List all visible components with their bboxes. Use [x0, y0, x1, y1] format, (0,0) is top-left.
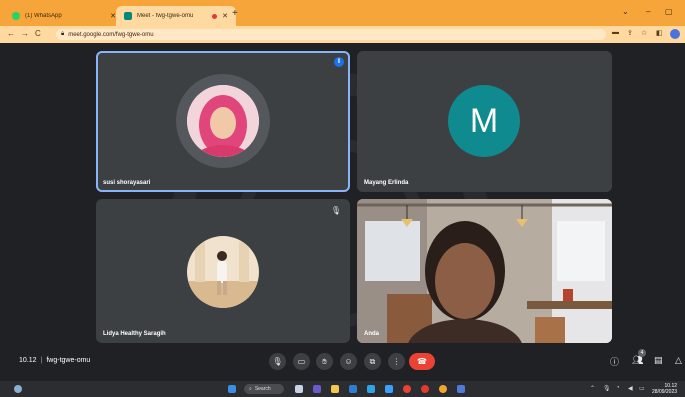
- reload-icon[interactable]: C: [35, 29, 41, 38]
- share-icon[interactable]: ⇪: [627, 29, 633, 37]
- file-explorer-icon[interactable]: [331, 385, 339, 393]
- mic-off-icon: 🎙︎: [330, 206, 341, 215]
- participant-name: Mayang Erlinda: [364, 180, 409, 186]
- new-tab-button[interactable]: +: [232, 8, 238, 19]
- store-icon[interactable]: [385, 385, 393, 393]
- meeting-code: fwg-tgwe-omu: [46, 357, 91, 364]
- chat-icon[interactable]: ▤: [654, 355, 663, 366]
- raise-hand-button[interactable]: ✋︎: [316, 353, 333, 370]
- start-windows-icon[interactable]: [228, 385, 236, 393]
- meet-icon: [124, 12, 132, 20]
- meeting-info: 10.12 | fwg-tgwe-omu: [19, 357, 90, 364]
- os-taskbar: ⌕ Search ⌃ 🎙︎ ◔ ◀ ▭ 10.12 28/09/2023: [0, 381, 685, 397]
- people-count-badge: 4: [638, 349, 646, 357]
- divider: |: [40, 357, 43, 364]
- address-bar-row: ← → C 🔒︎ meet.google.com/fwg-tgwe-omu ▬ …: [0, 26, 685, 43]
- profile-avatar[interactable]: [670, 29, 680, 39]
- close-tab-icon[interactable]: ✕: [222, 12, 228, 20]
- participant-tile-lidya[interactable]: 🎙︎ Lidya Healthy Saragih: [96, 199, 350, 343]
- mail-icon[interactable]: [349, 385, 357, 393]
- search-label: Search: [254, 386, 271, 392]
- tab-title: Meet - fwg-tgwe-omu: [137, 13, 194, 19]
- mic-tray-icon[interactable]: 🎙︎: [603, 385, 611, 392]
- tab-title: (1) WhatsApp: [25, 13, 62, 19]
- end-call-icon: ☎︎: [417, 357, 427, 366]
- battery-icon[interactable]: ▭: [639, 385, 645, 392]
- person-photo: [187, 236, 259, 308]
- weather-icon[interactable]: [14, 385, 22, 393]
- task-view-icon[interactable]: [295, 385, 303, 393]
- url-field[interactable]: 🔒︎ meet.google.com/fwg-tgwe-omu: [56, 29, 606, 40]
- back-icon[interactable]: ←: [7, 29, 15, 38]
- participant-name: susi shorayasari: [103, 180, 151, 186]
- avatar: [187, 85, 259, 157]
- chrome-icon[interactable]: [403, 385, 411, 393]
- participant-tile-self[interactable]: Anda: [357, 199, 612, 343]
- meeting-time: 10.12: [19, 357, 37, 364]
- search-icon: ⌕: [249, 386, 252, 392]
- opera-icon[interactable]: [421, 385, 429, 393]
- recording-dot-icon: [212, 13, 218, 19]
- chrome-profile-icon[interactable]: [439, 385, 447, 393]
- participant-tile-susi[interactable]: ⦀ susi shorayasari: [96, 51, 350, 192]
- emoji-button[interactable]: ☺: [340, 353, 357, 370]
- browser-tab-strip: (1) WhatsApp ✕ Meet - fwg-tgwe-omu ✕ + ⌄…: [0, 0, 685, 26]
- minimize-icon[interactable]: –: [646, 7, 650, 16]
- hand-icon: ✋︎: [322, 356, 327, 366]
- present-icon: ⧉: [369, 356, 376, 366]
- avatar: [187, 236, 259, 308]
- meet-control-bar: 10.12 | fwg-tgwe-omu 🎙︎ ▭ ✋︎ ☺ ⧉ ⋮ ☎︎ ⓘ 👥︎…: [0, 343, 685, 381]
- sidepanel-icon[interactable]: ◧: [656, 29, 663, 37]
- tab-search-icon[interactable]: ⌄: [622, 7, 629, 16]
- restore-icon[interactable]: ▢: [665, 7, 673, 16]
- edge-icon[interactable]: [367, 385, 375, 393]
- tab-whatsapp[interactable]: (1) WhatsApp ✕: [4, 6, 124, 26]
- camera-button[interactable]: ▭: [293, 353, 310, 370]
- meet-stage: ⦀ susi shorayasari M Mayang Erlinda 🎙︎ L…: [0, 43, 685, 381]
- meeting-details-icon[interactable]: ⓘ: [610, 355, 619, 368]
- participant-name: Lidya Healthy Saragih: [103, 331, 166, 337]
- mic-icon: 🎙︎: [272, 357, 283, 366]
- volume-icon[interactable]: ◀: [628, 385, 633, 392]
- person-photo: [187, 85, 259, 157]
- more-options-button[interactable]: ⋮: [388, 353, 405, 370]
- avatar-initial: M: [448, 85, 520, 157]
- url-text: meet.google.com/fwg-tgwe-omu: [68, 31, 154, 38]
- present-button[interactable]: ⧉: [364, 353, 381, 370]
- tray-chevron-icon[interactable]: ⌃: [590, 385, 595, 392]
- camera-indicator-icon[interactable]: ▬: [612, 29, 619, 36]
- app-icon[interactable]: [457, 385, 465, 393]
- whatsapp-icon: [12, 12, 20, 20]
- leave-call-button[interactable]: ☎︎: [409, 353, 435, 370]
- system-clock[interactable]: 10.12 28/09/2023: [652, 383, 677, 395]
- microphone-button[interactable]: 🎙︎: [269, 353, 286, 370]
- clock-date: 28/09/2023: [652, 389, 678, 395]
- speaking-indicator-icon: ⦀: [334, 57, 344, 67]
- bookmark-star-icon[interactable]: ☆: [641, 29, 647, 37]
- participant-tile-mayang[interactable]: M Mayang Erlinda: [357, 51, 612, 192]
- activities-icon[interactable]: △: [675, 355, 682, 366]
- tab-meet[interactable]: Meet - fwg-tgwe-omu ✕: [116, 6, 236, 26]
- wifi-icon[interactable]: ◔: [616, 385, 620, 391]
- taskbar-search[interactable]: ⌕ Search: [244, 384, 284, 394]
- lock-icon: 🔒︎: [61, 31, 65, 37]
- camera-icon: ▭: [297, 357, 306, 366]
- chat-app-icon[interactable]: [313, 385, 321, 393]
- more-vert-icon: ⋮: [392, 357, 401, 366]
- emoji-icon: ☺: [344, 357, 353, 366]
- participant-name: Anda: [364, 331, 379, 337]
- forward-icon[interactable]: →: [21, 29, 29, 38]
- self-video-feed: [357, 199, 612, 343]
